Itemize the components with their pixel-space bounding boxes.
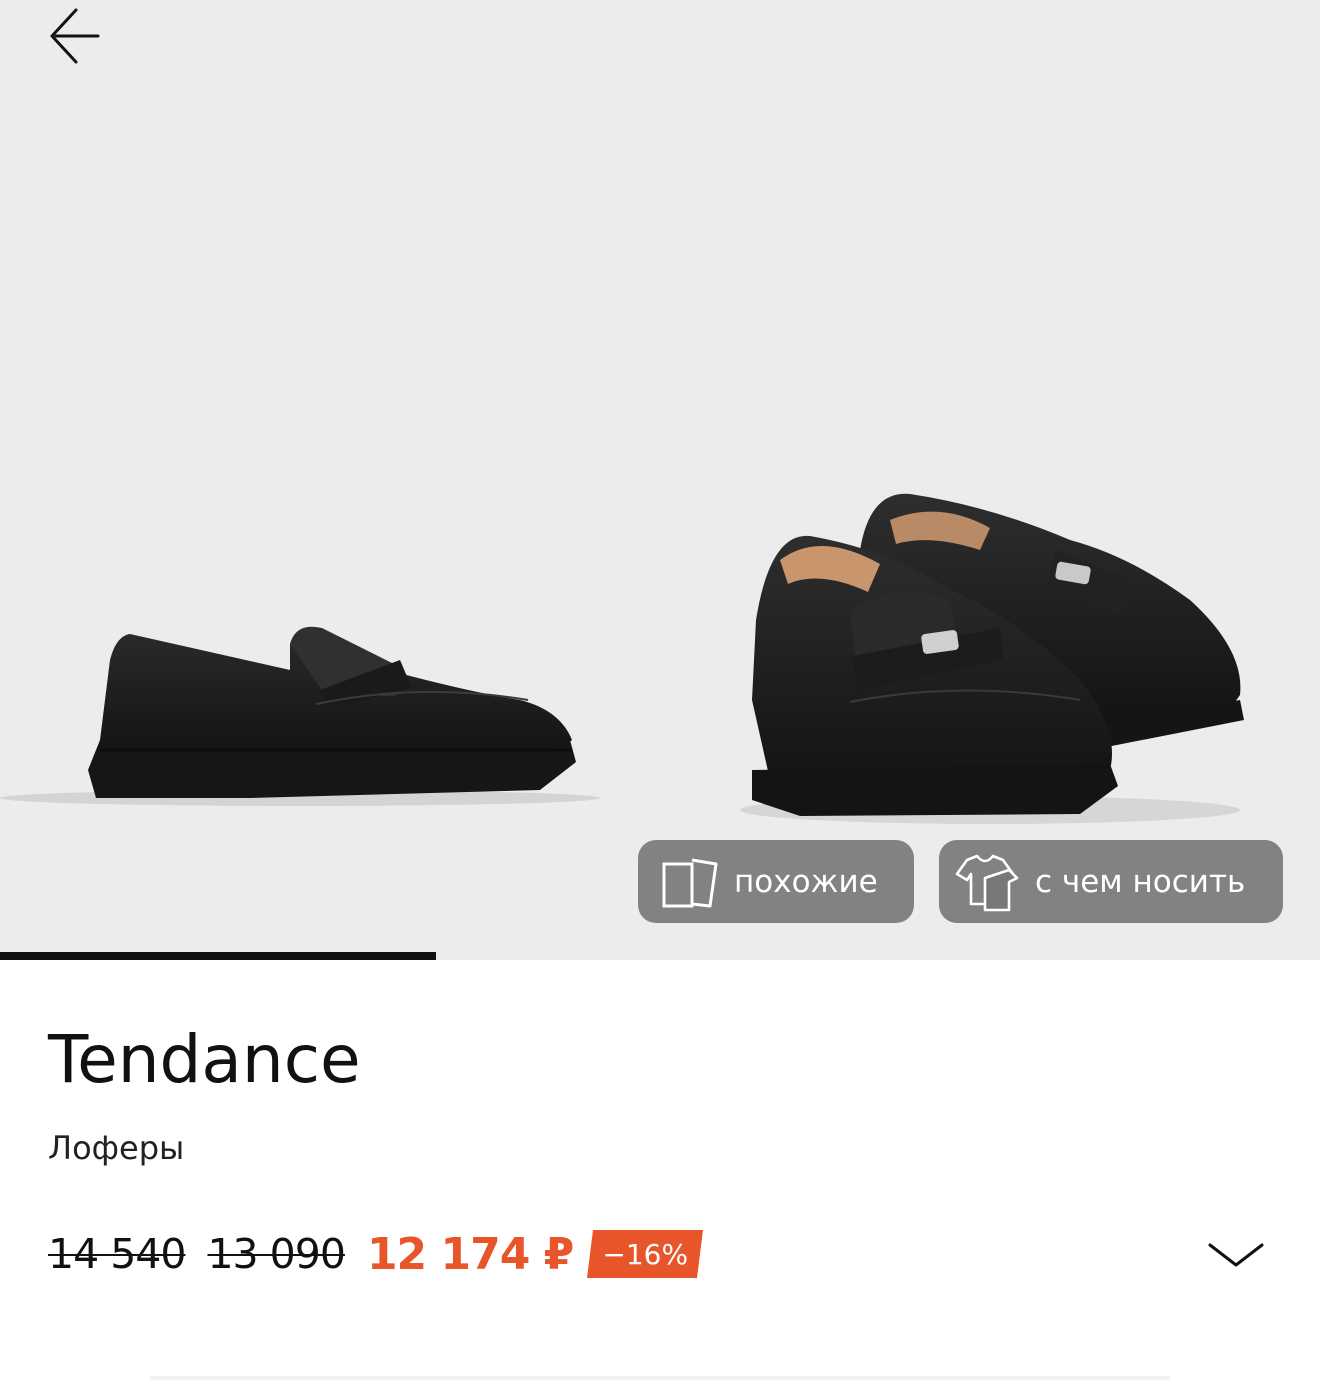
chevron-down-icon [1208, 1243, 1264, 1267]
product-category: Лоферы [48, 1129, 185, 1167]
original-price: 14 540 [48, 1230, 186, 1278]
discount-badge: −16% [587, 1230, 704, 1278]
wear-with-label: с чем носить [1035, 863, 1246, 900]
current-price: 12 174 ₽ [366, 1228, 574, 1280]
similar-products-button[interactable]: похожие [638, 840, 914, 923]
similar-products-label: похожие [734, 863, 878, 900]
clothes-icon [955, 852, 1021, 912]
product-image-gallery[interactable]: похожие с чем носить [0, 0, 1320, 960]
next-section-edge [150, 1376, 1170, 1380]
cards-icon [660, 854, 720, 910]
discount-label: −16% [602, 1237, 689, 1271]
expand-price-details-button[interactable] [1200, 1226, 1272, 1282]
arrow-left-icon [50, 8, 100, 64]
brand-name[interactable]: Tendance [48, 1020, 361, 1100]
price-row: 14 540 13 090 12 174 ₽ −16% [48, 1224, 704, 1284]
wear-with-button[interactable]: с чем носить [939, 840, 1283, 923]
product-image-side-view [0, 626, 600, 806]
product-image-pair-view [740, 493, 1244, 824]
previous-price: 13 090 [207, 1230, 345, 1278]
gallery-progress-indicator [0, 952, 436, 960]
back-button[interactable] [30, 0, 114, 72]
